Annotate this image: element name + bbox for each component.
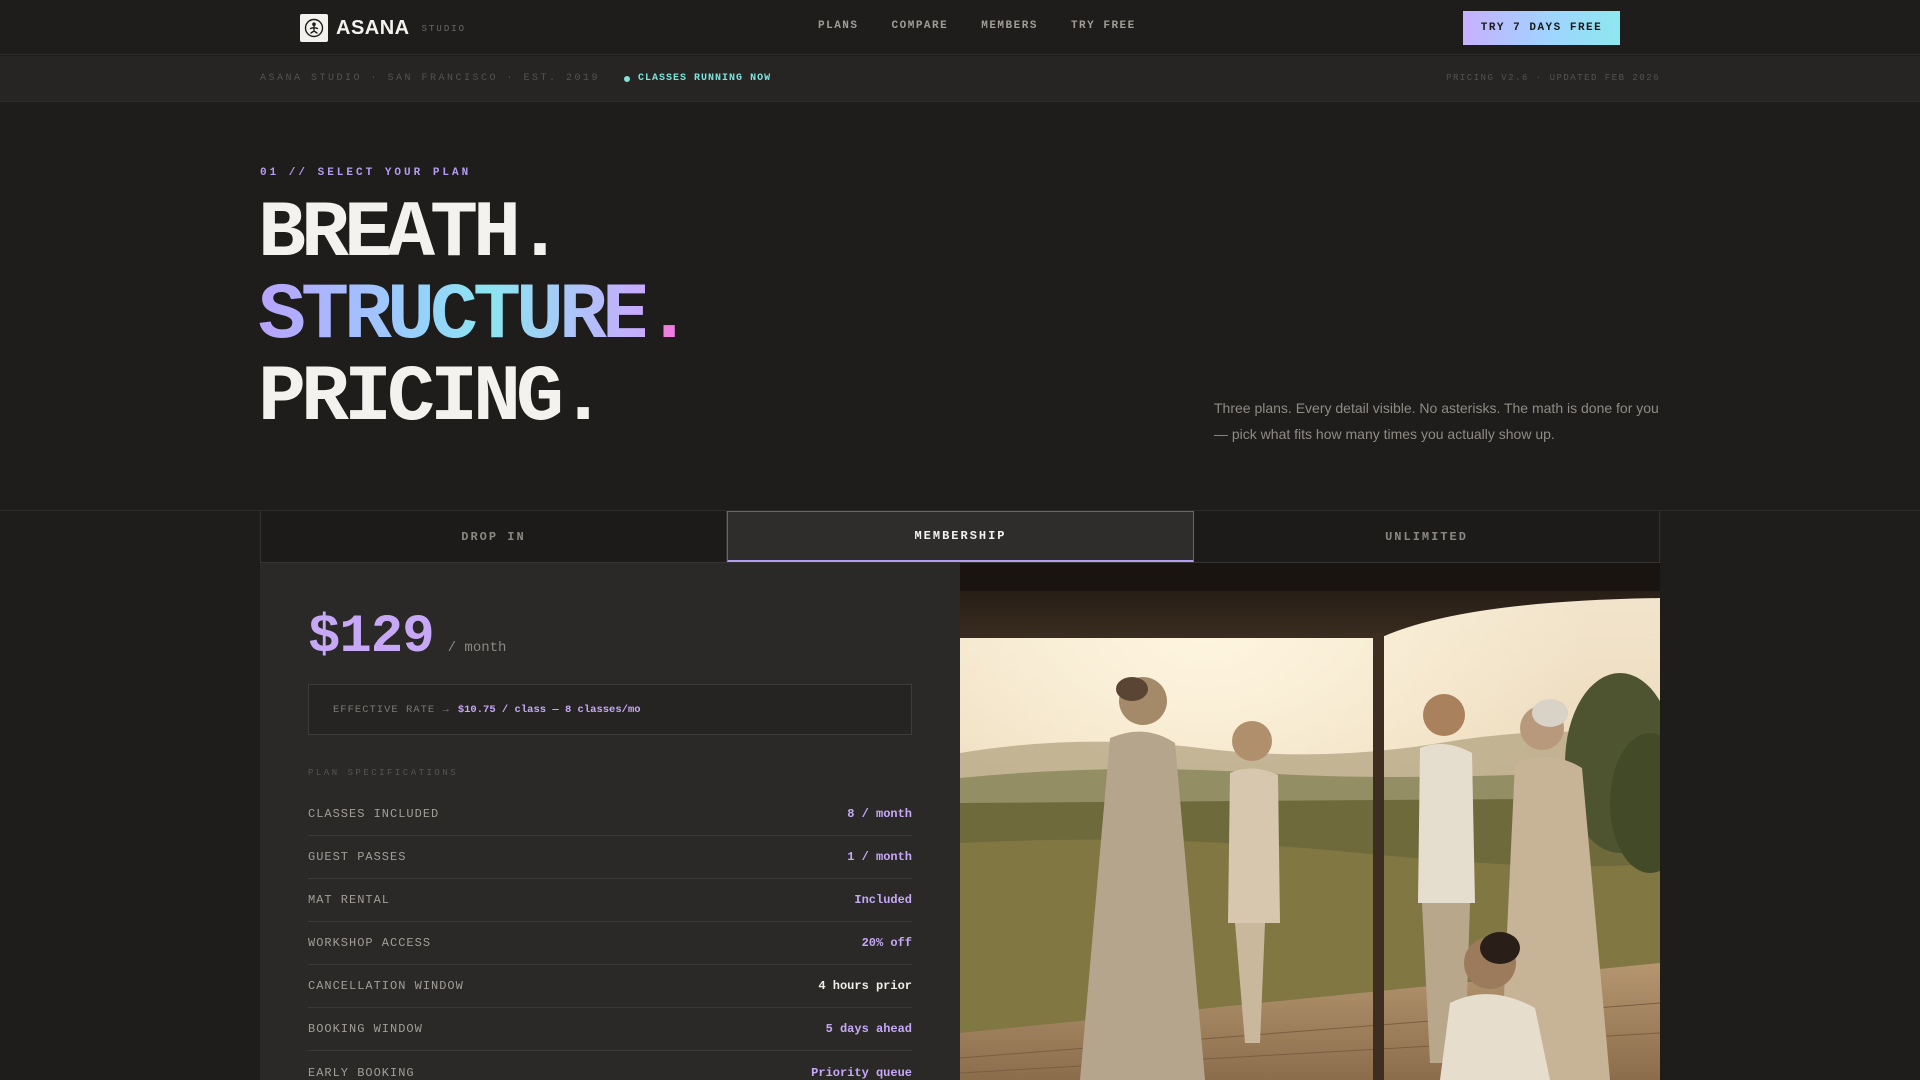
spec-row: MAT RENTAL Included xyxy=(308,879,912,922)
live-status-text: CLASSES RUNNING NOW xyxy=(638,73,772,84)
spec-row: GUEST PASSES 1 / month xyxy=(308,836,912,879)
plan-tabs: DROP IN MEMBERSHIP UNLIMITED xyxy=(260,511,1660,563)
hero-headline: BREATH. STRUCTURE. PRICING. xyxy=(258,194,693,440)
spec-label: GUEST PASSES xyxy=(308,850,407,864)
plan-price: $129 xyxy=(308,607,435,668)
headline-line-1: BREATH. xyxy=(258,194,688,276)
price-period: / month xyxy=(447,640,507,656)
brand-name: ASANA xyxy=(336,16,410,39)
spec-label: WORKSHOP ACCESS xyxy=(308,936,432,950)
studio-location: ASANA STUDIO · SAN FRANCISCO · EST. 2019 xyxy=(260,73,601,84)
spec-value: 5 days ahead xyxy=(825,1022,912,1036)
spec-label: CLASSES INCLUDED xyxy=(308,807,440,821)
yoga-class-illustration xyxy=(960,563,1660,1080)
price-row: $129 / month xyxy=(308,607,506,668)
effective-rate-value: $10.75 / class — 8 classes/mo xyxy=(457,703,641,716)
spec-label: BOOKING WINDOW xyxy=(308,1022,423,1036)
spec-value: 20% off xyxy=(861,936,912,950)
spec-row: EARLY BOOKING Priority queue xyxy=(308,1051,912,1080)
spec-value: Priority queue xyxy=(811,1065,912,1080)
spec-row: CANCELLATION WINDOW 4 hours prior xyxy=(308,965,912,1008)
info-strip: ASANA STUDIO · SAN FRANCISCO · EST. 2019… xyxy=(0,56,1920,102)
effective-rate-box: EFFECTIVE RATE → $10.75 / class — 8 clas… xyxy=(308,684,912,735)
spec-row: CLASSES INCLUDED 8 / month xyxy=(308,793,912,836)
spec-heading: PLAN SPECIFICATIONS xyxy=(308,768,459,778)
spec-value: Included xyxy=(854,893,912,907)
nav-link-members[interactable]: MEMBERS xyxy=(981,20,1038,32)
spec-value: 4 hours prior xyxy=(818,979,912,993)
section-eyebrow: 01 // SELECT YOUR PLAN xyxy=(260,167,472,179)
headline-word-3: PRICING xyxy=(258,353,564,444)
brand-subtitle: STUDIO xyxy=(421,24,467,34)
hero-description: Three plans. Every detail visible. No as… xyxy=(1214,400,1659,442)
plan-details-panel: $129 / month EFFECTIVE RATE → $10.75 / c… xyxy=(260,563,960,1080)
headline-line-2: STRUCTURE. xyxy=(258,276,693,358)
status-dot-icon xyxy=(624,75,631,82)
spec-value: 8 / month xyxy=(847,807,912,821)
pricing-version: PRICING V2.6 · UPDATED FEB 2026 xyxy=(1446,73,1660,83)
try-free-button[interactable]: TRY 7 DAYS FREE xyxy=(1463,11,1620,45)
brand[interactable]: ASANA STUDIO xyxy=(300,14,466,42)
live-status: CLASSES RUNNING NOW xyxy=(624,73,771,84)
studio-info: ASANA STUDIO · SAN FRANCISCO · EST. 2019… xyxy=(260,73,771,84)
nav-link-try-free[interactable]: TRY FREE xyxy=(1071,20,1136,32)
spec-list: CLASSES INCLUDED 8 / month GUEST PASSES … xyxy=(308,793,912,1080)
tab-drop-in[interactable]: DROP IN xyxy=(261,511,727,562)
spec-row: BOOKING WINDOW 5 days ahead xyxy=(308,1008,912,1051)
nav-link-compare[interactable]: COMPARE xyxy=(892,20,949,32)
spec-label: EARLY BOOKING xyxy=(308,1065,415,1080)
spec-label: CANCELLATION WINDOW xyxy=(308,979,464,993)
primary-nav: PLANS COMPARE MEMBERS TRY FREE xyxy=(818,20,1136,32)
top-navigation: ASANA STUDIO PLANS COMPARE MEMBERS TRY F… xyxy=(0,0,1920,55)
headline-word-1: BREATH xyxy=(258,189,521,280)
headline-dot-2: . xyxy=(645,271,693,362)
tab-membership[interactable]: MEMBERSHIP xyxy=(727,511,1194,562)
tab-unlimited[interactable]: UNLIMITED xyxy=(1194,511,1659,562)
spec-value: 1 / month xyxy=(847,850,912,864)
headline-word-2: STRUCTURE xyxy=(258,271,650,362)
yoga-class-photo xyxy=(960,563,1660,1080)
headline-line-3: PRICING. xyxy=(258,358,688,440)
headline-dot-3: . xyxy=(559,353,607,444)
spec-label: MAT RENTAL xyxy=(308,893,391,907)
headline-dot-1: . xyxy=(516,189,564,280)
spec-row: WORKSHOP ACCESS 20% off xyxy=(308,922,912,965)
effective-rate-label: EFFECTIVE RATE → xyxy=(333,703,450,716)
nav-link-plans[interactable]: PLANS xyxy=(818,20,859,32)
lotus-logo-icon xyxy=(300,14,328,42)
